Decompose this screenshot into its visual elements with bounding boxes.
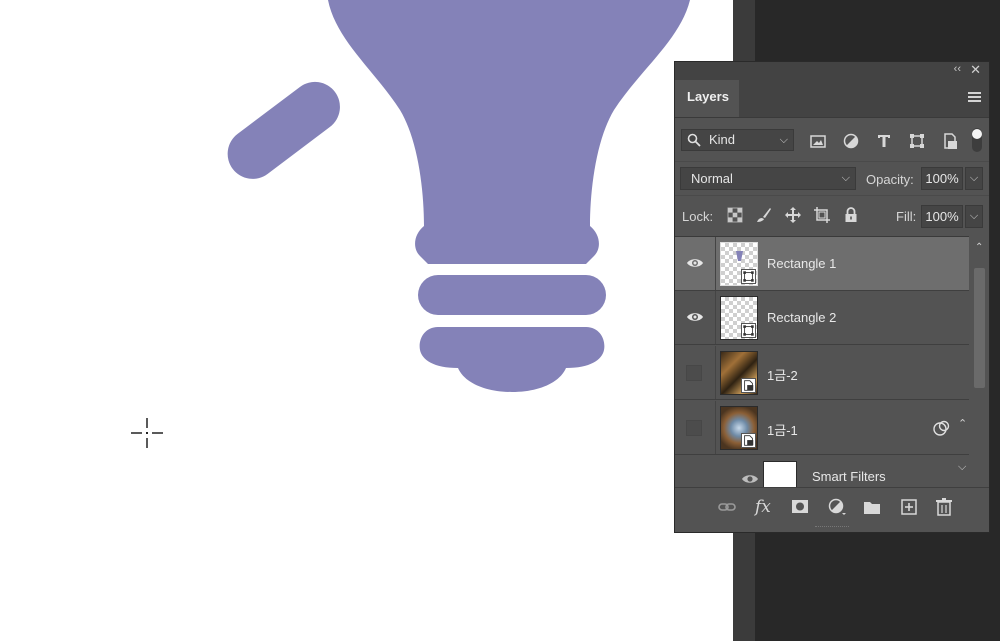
scroll-up-icon[interactable]: ⌃ [975, 242, 983, 253]
lock-transparent-pixels-icon[interactable] [726, 206, 744, 224]
eye-icon[interactable] [686, 256, 704, 270]
layer-row-photo-1[interactable]: 1금-1 ⌃ [675, 401, 969, 455]
new-group-icon[interactable] [862, 498, 882, 516]
fill-dropdown-button[interactable]: ⌵ [965, 205, 983, 228]
smart-object-filter-icon[interactable] [941, 132, 959, 150]
opacity-dropdown-button[interactable]: ⌵ [965, 167, 983, 190]
adjustment-filter-icon[interactable] [842, 132, 860, 150]
fill-label: Fill: [896, 209, 917, 224]
opacity-input[interactable]: 100% [921, 167, 963, 190]
document-canvas[interactable] [0, 0, 733, 641]
opacity-label: Opacity: [866, 172, 914, 187]
layer-name[interactable]: 1금-2 [767, 365, 798, 384]
layer-name[interactable]: 1금-1 [767, 420, 798, 439]
layers-panel: ‹‹ ✕ Layers Kind ⌵ Normal ⌵ Opacity: 100… [674, 61, 990, 533]
collapse-effects-icon[interactable]: ⌃ [958, 417, 967, 430]
smart-filter-mask-thumbnail[interactable] [763, 461, 797, 488]
delete-layer-icon[interactable] [934, 498, 954, 516]
visibility-cell[interactable] [675, 401, 716, 454]
layers-scrollbar[interactable]: ⌃ [971, 236, 989, 487]
layer-name[interactable]: Rectangle 1 [767, 256, 836, 271]
smart-object-badge-icon [741, 378, 756, 393]
chevron-down-icon: ⌵ [958, 461, 967, 473]
layer-name[interactable]: Rectangle 2 [767, 310, 836, 325]
lock-artboard-icon[interactable] [813, 206, 831, 224]
search-icon [687, 133, 701, 147]
eye-icon[interactable] [741, 473, 759, 485]
panel-title-bar[interactable]: ‹‹ ✕ [675, 62, 989, 80]
layers-list: Rectangle 1 Rectangle 2 1금-2 1금-1 ⌃ Smar… [675, 236, 969, 488]
layer-thumbnail[interactable] [720, 406, 758, 450]
crosshair-cursor-icon [131, 418, 163, 448]
layer-row-photo-2[interactable]: 1금-2 [675, 346, 969, 400]
bulb-band-1 [418, 275, 606, 315]
smart-filters-label: Smart Filters [812, 469, 886, 484]
eye-icon[interactable] [686, 310, 704, 324]
layers-action-bar: fx [675, 487, 989, 526]
filter-kind-select[interactable]: Kind ⌵ [681, 129, 794, 151]
lock-position-icon[interactable] [784, 206, 802, 224]
hidden-visibility-box[interactable] [686, 365, 702, 381]
chevron-down-icon: ⌵ [779, 134, 788, 146]
filter-toggle-switch[interactable] [971, 127, 983, 153]
visibility-cell[interactable] [675, 346, 716, 399]
lock-label: Lock: [682, 209, 714, 224]
filter-kind-label: Kind [709, 132, 736, 147]
layer-filter-row: Kind ⌵ [675, 117, 989, 161]
smart-object-badge-icon [741, 433, 756, 448]
image-filter-icon[interactable] [809, 132, 827, 150]
smart-filter-indicator-icon[interactable] [933, 420, 951, 436]
layer-thumbnail[interactable] [720, 296, 758, 340]
layer-thumbnail[interactable] [720, 242, 758, 286]
tab-layers[interactable]: Layers [675, 80, 739, 117]
shape-layer-badge-icon [741, 323, 756, 338]
new-layer-icon[interactable] [899, 498, 919, 516]
lock-row: Lock: Fill: 100% ⌵ [675, 195, 989, 236]
layer-row-rectangle-1[interactable]: Rectangle 1 [675, 237, 969, 291]
close-panel-icon[interactable]: ✕ [970, 62, 981, 78]
panel-resize-grip[interactable] [815, 526, 849, 531]
blend-mode-select[interactable]: Normal ⌵ [680, 167, 856, 190]
layer-row-rectangle-2[interactable]: Rectangle 2 [675, 291, 969, 345]
blend-mode-value: Normal [691, 171, 733, 186]
adjustment-layer-icon[interactable] [827, 498, 847, 516]
scroll-thumb[interactable] [974, 268, 985, 388]
visibility-cell[interactable] [675, 237, 716, 290]
visibility-cell[interactable] [675, 291, 716, 344]
fill-input[interactable]: 100% [921, 205, 963, 228]
hidden-visibility-box[interactable] [686, 420, 702, 436]
fx-icon[interactable]: fx [755, 498, 775, 516]
bulb-glass-shape [328, 0, 690, 264]
bulb-base-shape [419, 327, 605, 392]
link-layers-icon[interactable] [717, 498, 737, 516]
panel-tab-row: Layers [675, 80, 989, 118]
shape-layer-badge-icon [741, 269, 756, 284]
blend-mode-row: Normal ⌵ Opacity: 100% ⌵ [675, 161, 989, 196]
collapse-panel-icon[interactable]: ‹‹ [954, 63, 961, 75]
lock-all-icon[interactable] [842, 206, 860, 224]
light-ray-shape [227, 81, 340, 179]
add-mask-icon[interactable] [790, 498, 810, 516]
hamburger-menu-icon[interactable] [968, 92, 981, 103]
lightbulb-artwork [227, 0, 690, 392]
smart-filters-row[interactable]: Smart Filters ⌵ [675, 455, 969, 488]
shape-filter-icon[interactable] [908, 132, 926, 150]
lock-image-pixels-icon[interactable] [755, 206, 773, 224]
type-filter-icon[interactable] [875, 132, 893, 150]
layer-thumbnail[interactable] [720, 351, 758, 395]
chevron-down-icon: ⌵ [841, 172, 850, 184]
